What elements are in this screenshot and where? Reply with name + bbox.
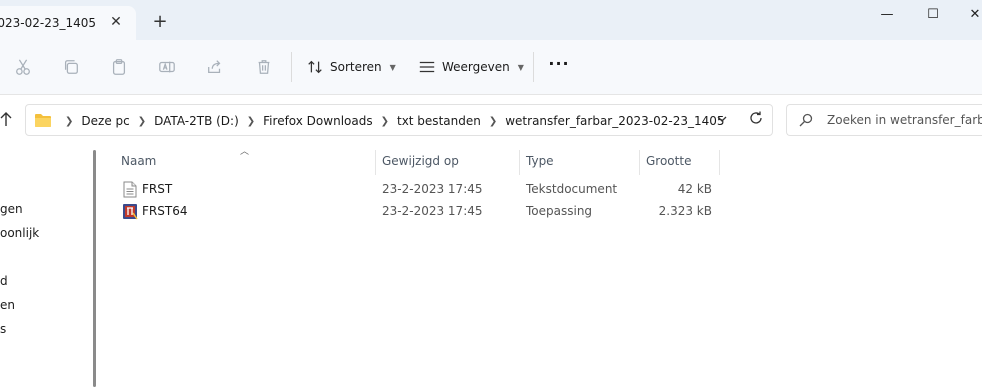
view-button[interactable]: Weergeven ▼ [418,54,524,80]
nav-item[interactable]: d [0,274,8,288]
breadcrumb: ❯ Deze pc ❯ DATA-2TB (D:) ❯ Firefox Down… [63,105,731,137]
chevron-right-icon[interactable]: ❯ [63,116,75,127]
breadcrumb-item[interactable]: DATA-2TB (D:) [148,114,245,128]
up-arrow-icon[interactable] [0,110,14,130]
text-document-icon [123,181,137,198]
chevron-right-icon[interactable]: ❯ [379,116,391,127]
title-bar: wetransfer_farbar_2023-02-23_1405 ✕ + — … [0,0,982,40]
sort-button[interactable]: Sorteren ▼ [306,54,396,80]
toolbar-separator [533,52,534,82]
breadcrumb-item[interactable]: wetransfer_farbar_2023-02-23_1405 [499,114,730,128]
toolbar-separator [291,52,292,82]
paste-icon[interactable] [106,55,132,79]
nav-scrollbar-thumb[interactable] [93,150,96,387]
more-options-button[interactable]: ··· [548,56,570,76]
address-bar[interactable]: ❯ Deze pc ❯ DATA-2TB (D:) ❯ Firefox Down… [25,104,773,136]
breadcrumb-item[interactable]: Firefox Downloads [257,114,378,128]
address-history-chevron-icon[interactable] [716,113,728,128]
breadcrumb-item[interactable]: txt bestanden [391,114,487,128]
breadcrumb-item[interactable]: Deze pc [75,114,135,128]
column-header-type[interactable]: Type [526,147,554,175]
file-type: Toepassing [526,204,593,218]
view-label: Weergeven [442,60,510,74]
navigation-pane: gen oonlijk d en s [0,147,92,387]
file-modified: 23-2-2023 17:45 [382,204,483,218]
file-name: FRST [142,182,173,196]
file-size: 42 kB [677,182,712,196]
file-type: Tekstdocument [526,182,618,196]
column-header-name[interactable]: Naam [121,147,156,175]
chevron-right-icon[interactable]: ❯ [245,116,257,127]
minimize-button[interactable]: — [872,6,902,24]
copy-icon[interactable] [58,55,84,79]
search-placeholder: Zoeken in wetransfer_farbar_... [827,113,982,127]
file-name: FRST64 [142,204,188,218]
command-bar: Sorteren ▼ Weergeven ▼ ··· [0,40,982,95]
chevron-right-icon[interactable]: ❯ [487,116,499,127]
refresh-icon[interactable] [748,110,764,130]
nav-item[interactable]: gen [0,202,23,216]
delete-icon[interactable] [251,55,277,79]
rename-icon[interactable] [154,55,180,79]
explorer-tab[interactable]: wetransfer_farbar_2023-02-23_1405 ✕ [0,6,136,40]
search-icon [799,113,813,127]
share-icon[interactable] [202,55,228,79]
maximize-button[interactable]: ☐ [918,6,948,24]
nav-item[interactable]: en [0,298,15,312]
nav-item[interactable]: s [0,322,6,336]
tab-title: wetransfer_farbar_2023-02-23_1405 [0,16,96,30]
column-header-size[interactable]: Grootte [646,147,691,175]
file-size: 2.323 kB [658,204,712,218]
folder-icon [35,114,51,127]
chevron-down-icon: ▼ [389,62,396,72]
sort-ascending-icon: ︿ [240,147,250,157]
column-divider[interactable] [719,150,720,175]
view-icon [419,61,435,73]
cut-icon[interactable] [10,55,36,79]
new-tab-button[interactable]: + [150,12,170,32]
tab-close-icon[interactable]: ✕ [107,13,125,31]
chevron-down-icon: ▼ [517,62,524,72]
sort-icon [308,60,322,74]
close-window-button[interactable]: ✕ [960,6,982,24]
column-header-modified[interactable]: Gewijzigd op [382,147,459,175]
column-divider[interactable] [519,150,520,175]
address-row: ❯ Deze pc ❯ DATA-2TB (D:) ❯ Firefox Down… [0,95,982,147]
file-row[interactable]: FRST64 23-2-2023 17:45 Toepassing 2.323 … [118,201,718,223]
application-icon [123,204,138,220]
file-row[interactable]: FRST 23-2-2023 17:45 Tekstdocument 42 kB [118,179,718,201]
nav-item[interactable]: oonlijk [0,226,39,240]
column-divider[interactable] [375,150,376,175]
chevron-right-icon[interactable]: ❯ [136,116,148,127]
sort-label: Sorteren [330,60,382,74]
column-divider[interactable] [639,150,640,175]
file-modified: 23-2-2023 17:45 [382,182,483,196]
search-input[interactable]: Zoeken in wetransfer_farbar_... [786,104,982,136]
